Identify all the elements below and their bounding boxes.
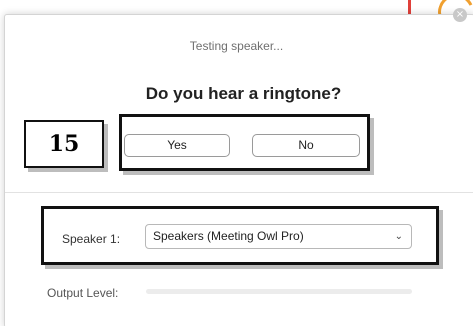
no-button[interactable]: No — [252, 134, 360, 157]
speaker-selected-value: Speakers (Meeting Owl Pro) — [153, 229, 304, 243]
chevron-down-icon: ⌄ — [394, 231, 403, 242]
speaker-label: Speaker 1: — [62, 232, 121, 246]
status-text: Testing speaker... — [189, 39, 284, 53]
output-level-meter — [146, 289, 412, 294]
question-heading: Do you hear a ringtone? — [145, 84, 342, 103]
page: × Testing speaker... Do you hear a ringt… — [0, 0, 473, 326]
divider — [5, 192, 473, 193]
output-level-label: Output Level: — [47, 286, 119, 300]
step-number-annotation: 15 — [24, 120, 104, 168]
speaker-dropdown[interactable]: Speakers (Meeting Owl Pro) ⌄ — [145, 224, 412, 249]
yes-button[interactable]: Yes — [124, 134, 230, 157]
close-icon[interactable]: × — [453, 8, 467, 22]
